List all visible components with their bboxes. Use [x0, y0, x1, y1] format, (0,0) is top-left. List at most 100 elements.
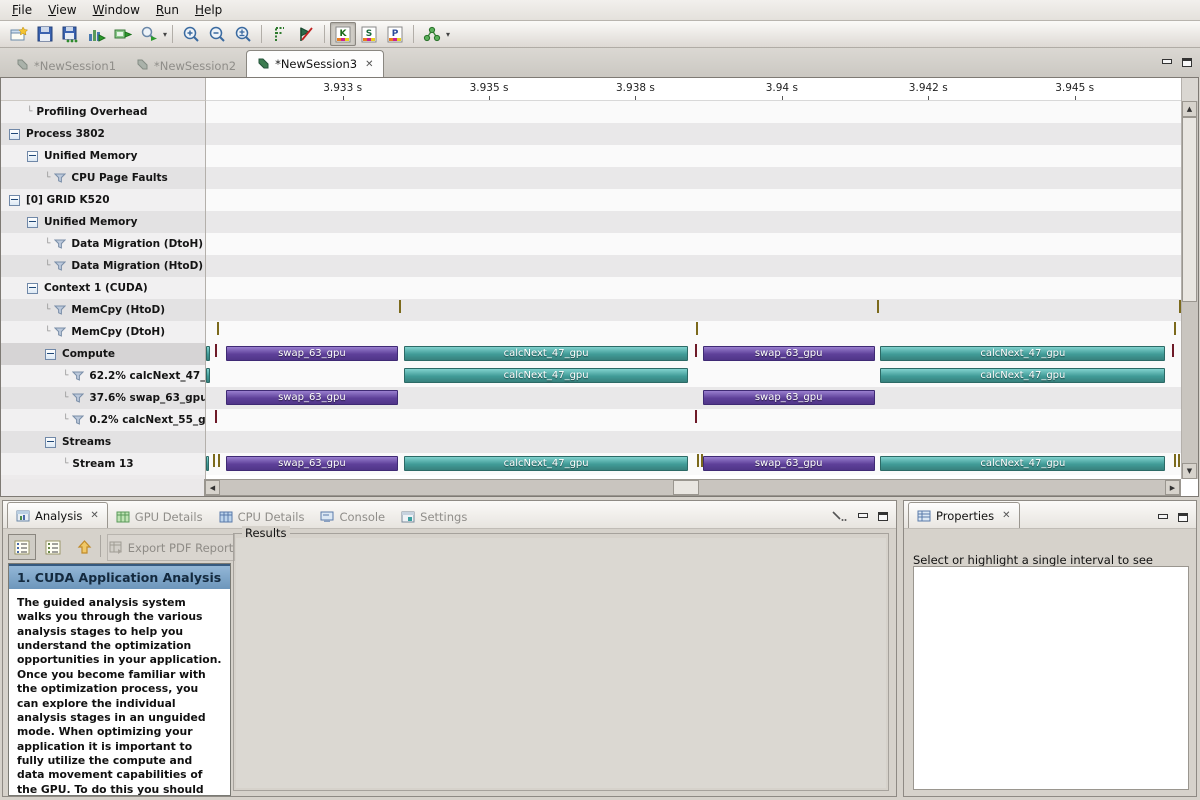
timeline-tick[interactable]: [1174, 322, 1176, 335]
unguided-analysis-view-button[interactable]: [39, 534, 67, 560]
maximize-icon[interactable]: [1182, 58, 1192, 67]
tree-row[interactable]: Context 1 (CUDA): [1, 277, 206, 299]
timeline-row[interactable]: [206, 101, 1182, 123]
maximize-icon[interactable]: [1178, 513, 1188, 522]
close-icon[interactable]: ✕: [365, 59, 373, 70]
timeline-bar[interactable]: swap_63_gpu: [226, 390, 399, 405]
zoom-in-button[interactable]: [178, 22, 204, 46]
minimize-icon[interactable]: [1161, 58, 1172, 67]
tree-row[interactable]: └Profiling Overhead: [1, 101, 206, 123]
remove-marker-button[interactable]: [293, 22, 319, 46]
timeline-tick[interactable]: [695, 410, 697, 423]
tree-row[interactable]: [0] GRID K520: [1, 189, 206, 211]
timeline-tick[interactable]: [696, 322, 698, 335]
mark-timeline-button[interactable]: [267, 22, 293, 46]
tree-row[interactable]: Unified Memory: [1, 145, 206, 167]
timeline-bar[interactable]: swap_63_gpu: [703, 390, 875, 405]
tab-properties[interactable]: Properties ✕: [908, 502, 1020, 528]
timeline-tick[interactable]: [218, 454, 220, 467]
profile-application-button[interactable]: [84, 22, 110, 46]
tree-row[interactable]: └MemCpy (DtoH): [1, 321, 206, 343]
timeline-tick[interactable]: [701, 454, 703, 467]
timeline-bar[interactable]: calcNext_47_gpu: [880, 368, 1165, 383]
timeline-bar[interactable]: swap_63_gpu: [226, 456, 399, 471]
timeline-tick[interactable]: [697, 454, 699, 467]
collapse-icon[interactable]: [9, 195, 20, 206]
tab-cpu-details[interactable]: CPU Details: [211, 506, 313, 528]
vertical-scroll-thumb[interactable]: [1182, 117, 1197, 302]
timeline-bar[interactable]: [206, 456, 209, 471]
save-all-button[interactable]: [58, 22, 84, 46]
timeline-row[interactable]: [206, 431, 1182, 453]
timeline-tick[interactable]: [1174, 454, 1176, 467]
tree-row[interactable]: └Stream 13: [1, 453, 206, 475]
timeline-tick[interactable]: [399, 300, 401, 313]
tab-settings[interactable]: Settings: [393, 506, 475, 528]
tab-newsession3[interactable]: *NewSession3 ✕: [246, 50, 384, 77]
timeline-row[interactable]: [206, 211, 1182, 233]
timeline-tick[interactable]: [877, 300, 879, 313]
timeline-row[interactable]: [206, 409, 1182, 431]
menu-file[interactable]: File: [4, 1, 40, 19]
tree-row[interactable]: └0.2% calcNext_55_g...: [1, 409, 206, 431]
timeline-tick[interactable]: [1172, 344, 1174, 357]
tree-row[interactable]: Streams: [1, 431, 206, 453]
timeline-bar[interactable]: calcNext_47_gpu: [404, 456, 688, 471]
menu-window[interactable]: Window: [85, 1, 148, 19]
timeline-row[interactable]: [206, 189, 1182, 211]
close-icon[interactable]: ✕: [1002, 510, 1010, 521]
timeline-row[interactable]: swap_63_gpucalcNext_47_gpuswap_63_gpucal…: [206, 343, 1182, 365]
scroll-right-button[interactable]: ▶: [1165, 480, 1180, 495]
tab-newsession1[interactable]: *NewSession1: [6, 54, 126, 77]
timeline-row[interactable]: [206, 123, 1182, 145]
horizontal-scrollbar[interactable]: ◀ ▶: [204, 479, 1181, 496]
save-button[interactable]: [32, 22, 58, 46]
timeline-row[interactable]: [206, 233, 1182, 255]
maximize-icon[interactable]: [878, 512, 888, 521]
collapse-icon[interactable]: [27, 151, 38, 162]
timeline-tick[interactable]: [213, 454, 215, 467]
tab-newsession2[interactable]: *NewSession2: [126, 54, 246, 77]
search-button[interactable]: [136, 22, 162, 46]
timeline-row[interactable]: [206, 277, 1182, 299]
run-button[interactable]: [110, 22, 136, 46]
timeline-row[interactable]: swap_63_gpu swap_63_gpu: [206, 387, 1182, 409]
collapse-icon[interactable]: [45, 349, 56, 360]
timeline-bar[interactable]: calcNext_47_gpu: [880, 456, 1165, 471]
tree-row[interactable]: └Data Migration (HtoD): [1, 255, 206, 277]
color-by-kernel-button[interactable]: K: [330, 22, 356, 46]
collapse-icon[interactable]: [9, 129, 20, 140]
collapse-icon[interactable]: [27, 283, 38, 294]
tree-row[interactable]: └CPU Page Faults: [1, 167, 206, 189]
zoom-reset-button[interactable]: [230, 22, 256, 46]
pencil-icon[interactable]: [831, 510, 847, 522]
minimize-icon[interactable]: [1157, 513, 1168, 522]
scroll-up-button[interactable]: ▲: [1182, 101, 1197, 117]
tree-row[interactable]: └MemCpy (HtoD): [1, 299, 206, 321]
timeline-track-area[interactable]: swap_63_gpucalcNext_47_gpuswap_63_gpucal…: [206, 101, 1182, 479]
tree-row[interactable]: └Data Migration (DtoH): [1, 233, 206, 255]
zoom-out-button[interactable]: [204, 22, 230, 46]
timeline-bar[interactable]: calcNext_47_gpu: [404, 368, 688, 383]
back-up-analysis-button[interactable]: [70, 534, 98, 560]
timeline-row[interactable]: calcNext_47_gpu calcNext_47_gpu: [206, 365, 1182, 387]
color-by-stream-button[interactable]: S: [356, 22, 382, 46]
horizontal-scroll-thumb[interactable]: [673, 480, 699, 495]
scroll-down-button[interactable]: ▼: [1182, 463, 1197, 479]
timeline-tick[interactable]: [1178, 454, 1180, 467]
timeline-row[interactable]: [206, 167, 1182, 189]
call-tree-dropdown-caret[interactable]: ▾: [446, 30, 450, 39]
timeline-tick[interactable]: [217, 322, 219, 335]
tree-row[interactable]: └62.2% calcNext_47_...: [1, 365, 206, 387]
timeline-bar[interactable]: swap_63_gpu: [703, 346, 875, 361]
tree-row[interactable]: Compute: [1, 343, 206, 365]
timeline-bar[interactable]: swap_63_gpu: [226, 346, 399, 361]
export-pdf-button[interactable]: Export PDF Report: [107, 534, 235, 561]
tree-row[interactable]: Unified Memory: [1, 211, 206, 233]
timeline-bar[interactable]: [206, 346, 210, 361]
collapse-icon[interactable]: [27, 217, 38, 228]
menu-view[interactable]: View: [40, 1, 84, 19]
timeline-row[interactable]: [206, 255, 1182, 277]
timeline-row[interactable]: [206, 321, 1182, 343]
timeline-row[interactable]: [206, 145, 1182, 167]
